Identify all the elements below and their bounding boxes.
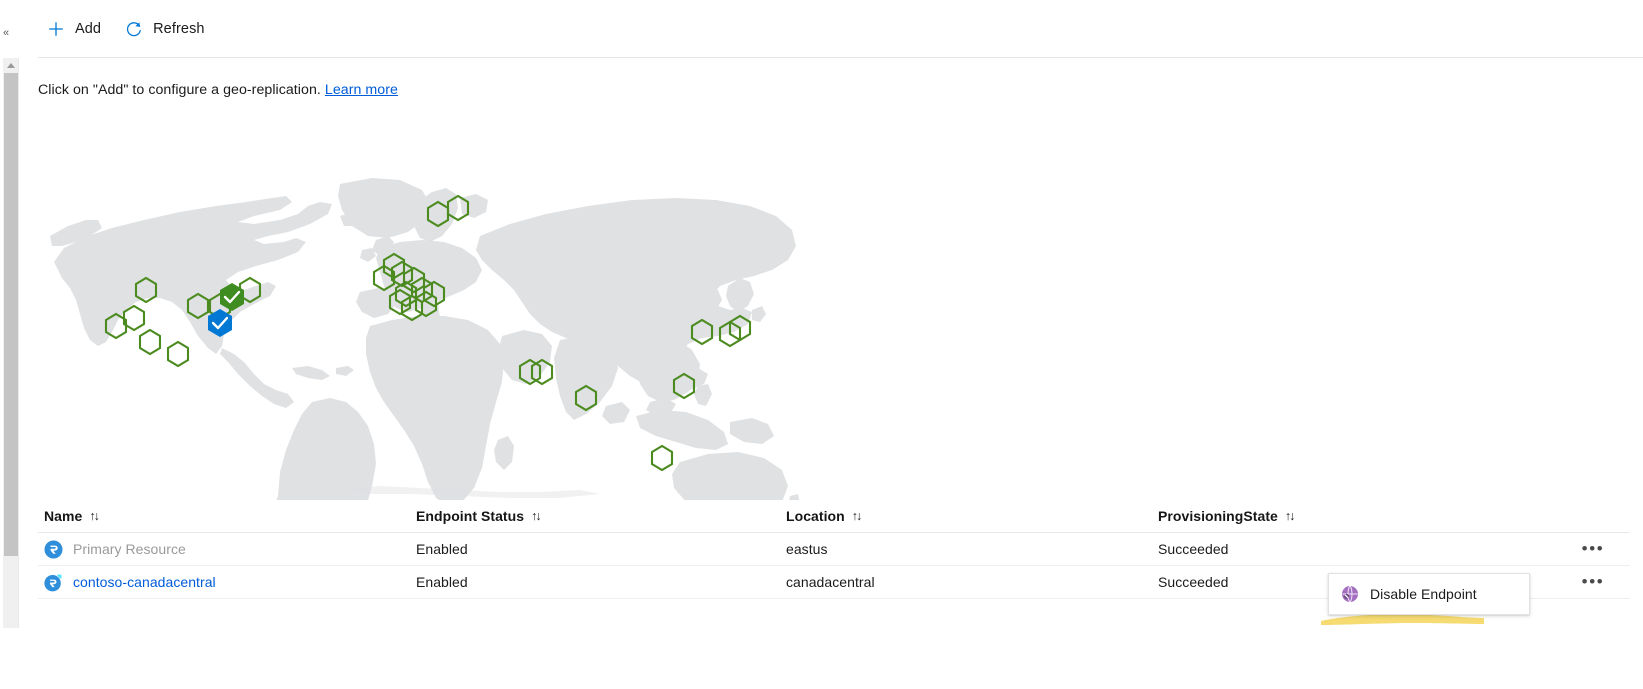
- disable-endpoint-icon: [1341, 585, 1359, 603]
- map-landmasses: [50, 178, 800, 500]
- container-registry-icon: [44, 540, 63, 559]
- cell-name: Primary Resource: [38, 540, 416, 559]
- row-context-menu: Disable Endpoint: [1328, 573, 1530, 615]
- cell-location: canadacentral: [786, 574, 875, 590]
- cell-location: eastus: [786, 541, 828, 557]
- sort-arrows-icon: ↑↓: [1284, 509, 1295, 523]
- column-header-provisioning-state-label: ProvisioningState: [1158, 508, 1278, 524]
- info-banner-text: Click on "Add" to configure a geo-replic…: [38, 82, 321, 98]
- scrollbar-thumb[interactable]: [4, 73, 18, 556]
- add-button-label: Add: [75, 21, 102, 37]
- column-header-endpoint-status[interactable]: Endpoint Status ↑↓: [416, 508, 786, 524]
- refresh-icon: [124, 19, 144, 39]
- cell-provisioning-state: Succeeded: [1158, 541, 1229, 557]
- column-header-provisioning-state[interactable]: ProvisioningState ↑↓: [1158, 508, 1538, 524]
- table-header-row: Name ↑↓ Endpoint Status ↑↓ Location ↑↓ P…: [38, 500, 1630, 533]
- column-header-endpoint-status-label: Endpoint Status: [416, 508, 525, 524]
- info-banner: Click on "Add" to configure a geo-replic…: [38, 82, 398, 98]
- row-name-label: Primary Resource: [73, 541, 186, 557]
- row-actions-menu-button[interactable]: •••: [1580, 571, 1606, 593]
- cell-actions: •••: [1538, 571, 1618, 593]
- vertical-scrollbar[interactable]: [3, 58, 19, 628]
- refresh-button[interactable]: Refresh: [120, 12, 213, 46]
- world-map[interactable]: [40, 140, 800, 500]
- cell-endpoint-status: Enabled: [416, 574, 468, 590]
- container-registry-replica-icon: [44, 573, 63, 592]
- refresh-button-label: Refresh: [153, 21, 205, 37]
- cell-actions: •••: [1538, 538, 1618, 560]
- left-rail: «: [0, 0, 19, 689]
- command-bar: Add Refresh: [19, 0, 1643, 58]
- toolbar-divider: [38, 57, 1643, 58]
- table-row[interactable]: Primary Resource Enabled eastus Succeede…: [38, 533, 1630, 566]
- learn-more-link[interactable]: Learn more: [325, 82, 398, 98]
- sort-arrows-icon: ↑↓: [531, 509, 541, 523]
- scroll-up-arrow-icon[interactable]: [3, 58, 19, 72]
- context-menu-item-disable-endpoint[interactable]: Disable Endpoint: [1329, 578, 1529, 610]
- context-menu-item-label: Disable Endpoint: [1370, 586, 1477, 602]
- column-header-location[interactable]: Location ↑↓: [786, 508, 1158, 524]
- sort-arrows-icon: ↑↓: [851, 509, 862, 523]
- column-header-location-label: Location: [786, 508, 845, 524]
- cell-name: contoso-canadacentral: [38, 573, 416, 592]
- column-header-name[interactable]: Name ↑↓: [38, 508, 416, 524]
- add-button[interactable]: Add: [42, 12, 110, 46]
- cell-endpoint-status: Enabled: [416, 541, 468, 557]
- collapse-panel-icon[interactable]: «: [0, 26, 12, 40]
- plus-icon: [46, 19, 66, 39]
- row-actions-menu-button[interactable]: •••: [1580, 538, 1606, 560]
- column-header-name-label: Name: [44, 508, 83, 524]
- sort-arrows-icon: ↑↓: [89, 509, 99, 523]
- geo-replication-page: « Add Refresh Click on "Add" to configur…: [0, 0, 1643, 689]
- row-name-link[interactable]: contoso-canadacentral: [73, 574, 216, 590]
